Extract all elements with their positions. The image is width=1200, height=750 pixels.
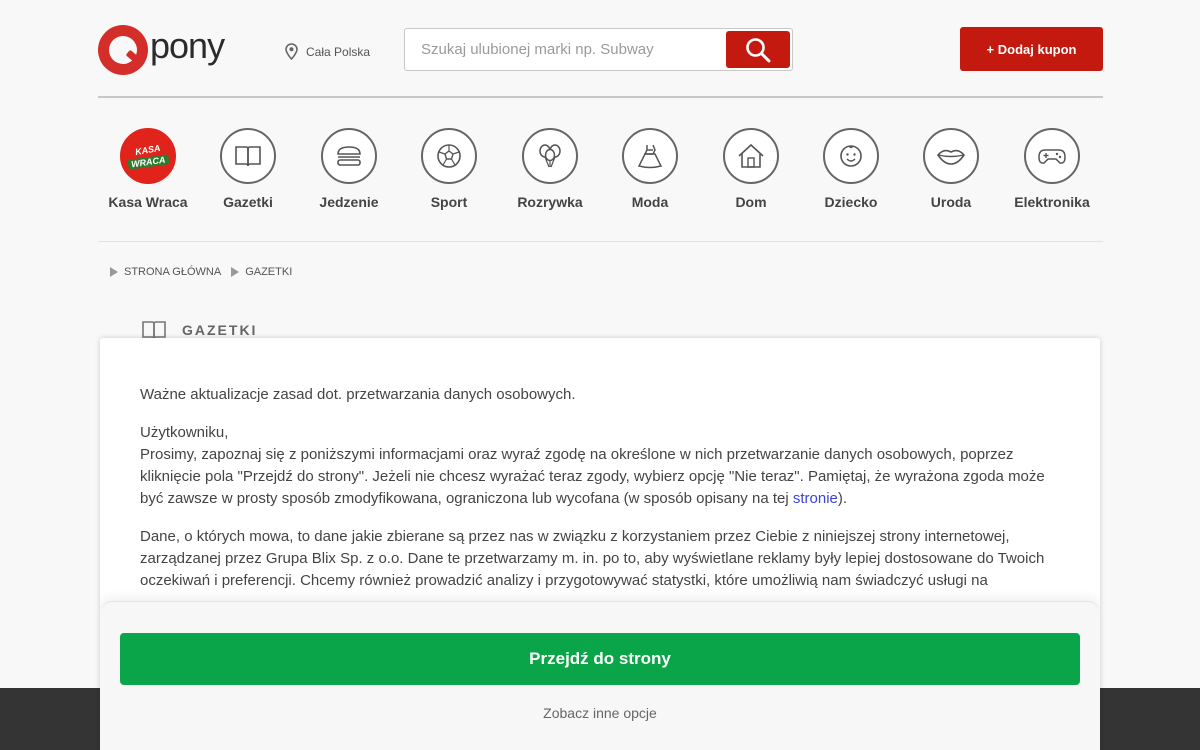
dress-icon [637,144,663,169]
search-icon [746,37,771,62]
category-gazetki[interactable]: Gazetki [198,128,298,210]
search-box [404,28,793,71]
breadcrumb: STRONA GŁÓWNA GAZETKI [110,266,302,278]
breadcrumb-arrow-icon [231,267,240,277]
breadcrumb-gazetki[interactable]: GAZETKI [245,266,292,278]
category-bar: KASA WRACA Kasa Wraca Gazetki Jedzenie S… [98,110,1103,242]
consent-text: Ważne aktualizacje zasad dot. przetwarza… [100,338,1100,592]
book-icon [235,146,261,167]
logo-q-icon [98,25,148,75]
accept-button[interactable]: Przejdź do strony [120,633,1080,685]
book-icon [142,321,166,340]
other-options-link[interactable]: Zobacz inne opcje [100,705,1100,721]
house-icon [738,143,764,168]
category-kasa-wraca[interactable]: KASA WRACA Kasa Wraca [98,128,198,210]
category-label: Elektronika [1014,194,1090,210]
map-pin-icon [285,43,298,60]
category-label: Rozrywka [517,194,583,210]
location-selector[interactable]: Cała Polska [285,43,370,60]
section-title-text: GAZETKI [182,322,258,338]
search-input[interactable] [405,29,725,70]
consent-modal: Ważne aktualizacje zasad dot. przetwarza… [100,338,1100,750]
logo-text: pony [150,25,225,66]
category-label: Dom [735,194,767,210]
category-dziecko[interactable]: Dziecko [801,128,901,210]
category-label: Dziecko [824,194,878,210]
consent-actions: Przejdź do strony Zobacz inne opcje [100,601,1100,750]
category-moda[interactable]: Moda [600,128,700,210]
baby-icon [840,145,862,167]
breadcrumb-home[interactable]: STRONA GŁÓWNA [124,266,221,278]
category-dom[interactable]: Dom [701,128,801,210]
policy-link[interactable]: stronie [793,490,838,507]
site-logo[interactable]: pony [98,25,225,75]
burger-icon [337,146,361,166]
search-button[interactable] [726,31,790,68]
balloons-icon [539,144,561,168]
category-label: Gazetki [223,194,273,210]
gamepad-icon [1038,149,1066,164]
add-coupon-button[interactable]: + Dodaj kupon [960,27,1103,71]
category-elektronika[interactable]: Elektronika [1002,128,1102,210]
category-sport[interactable]: Sport [399,128,499,210]
section-title: GAZETKI [142,320,257,340]
lips-icon [936,149,966,165]
consent-paragraph-2: Dane, o których mowa, to dane jakie zbie… [140,528,1045,589]
category-label: Uroda [930,194,972,210]
category-label: Moda [631,194,669,210]
site-header: pony Cała Polska + Dodaj kupon [98,0,1103,98]
location-label: Cała Polska [306,44,371,59]
category-uroda[interactable]: Uroda [901,128,1001,210]
breadcrumb-arrow-icon [110,267,118,277]
consent-heading: Ważne aktualizacje zasad dot. przetwarza… [140,386,576,403]
kasa-wraca-logo: KASA WRACA [120,128,176,184]
category-jedzenie[interactable]: Jedzenie [299,128,399,210]
category-rozrywka[interactable]: Rozrywka [500,128,600,210]
ball-icon [437,144,461,168]
consent-paragraph-1: Użytkowniku, Prosimy, zapoznaj się z pon… [140,424,1045,507]
category-label: Jedzenie [319,194,379,210]
category-label: Sport [430,194,468,210]
category-label: Kasa Wraca [108,194,188,210]
